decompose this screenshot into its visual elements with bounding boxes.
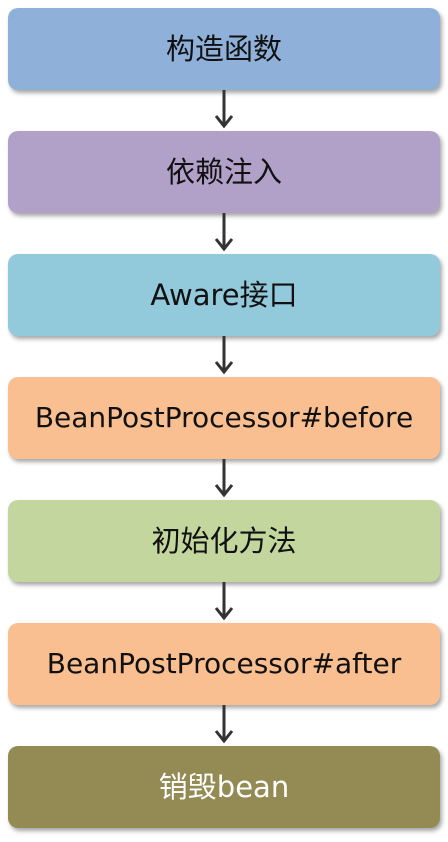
arrow-down-icon [214, 582, 234, 622]
stage-constructor-label: 构造函数 [165, 32, 282, 66]
stage-destroy-bean: 销毁bean [8, 746, 440, 828]
arrow-down-icon [214, 705, 234, 745]
stage-aware-interface-label: Aware接口 [150, 278, 298, 312]
stage-dependency-injection-label: 依赖注入 [165, 155, 282, 189]
arrow-down-icon [214, 336, 234, 376]
arrow-down-icon [214, 213, 234, 253]
arrow-down-icon [214, 90, 234, 130]
stage-init-method: 初始化方法 [8, 500, 440, 582]
stage-bean-post-processor-after-label: BeanPostProcessor#after [46, 647, 402, 680]
stage-bean-post-processor-before: BeanPostProcessor#before [8, 377, 440, 459]
stage-aware-interface: Aware接口 [8, 254, 440, 336]
stage-dependency-injection: 依赖注入 [8, 131, 440, 213]
stage-init-method-label: 初始化方法 [151, 524, 297, 558]
stage-destroy-bean-label: 销毁bean [158, 770, 290, 804]
stage-bean-post-processor-before-label: BeanPostProcessor#before [34, 401, 414, 434]
stage-bean-post-processor-after: BeanPostProcessor#after [8, 623, 440, 705]
arrow-down-icon [214, 459, 234, 499]
stage-constructor: 构造函数 [8, 8, 440, 90]
